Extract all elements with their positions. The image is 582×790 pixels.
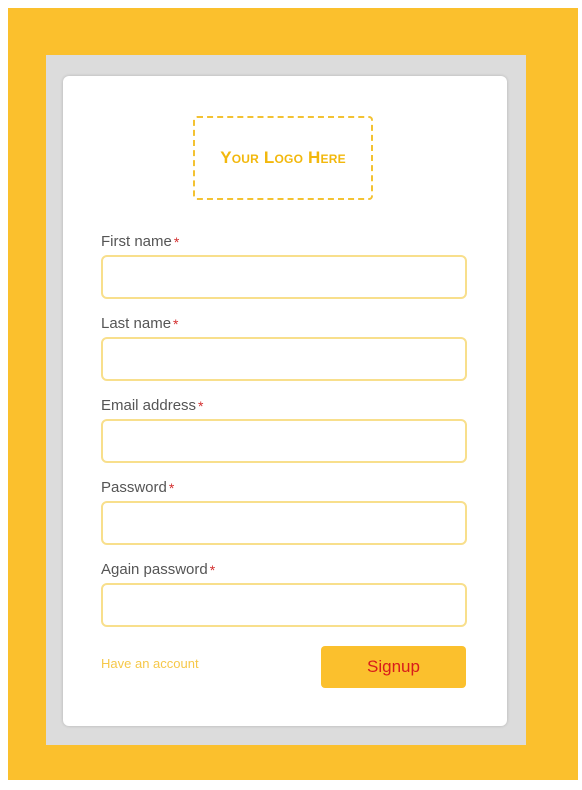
- required-marker: *: [173, 234, 180, 250]
- signup-button[interactable]: Signup: [321, 646, 466, 688]
- password-label: Password *: [101, 479, 175, 496]
- first-name-input[interactable]: [101, 255, 467, 299]
- email-field: Email address *: [101, 395, 467, 463]
- required-marker: *: [209, 562, 216, 578]
- password-input[interactable]: [101, 501, 467, 545]
- again-password-input[interactable]: [101, 583, 467, 627]
- email-input[interactable]: [101, 419, 467, 463]
- logo-placeholder: Your Logo Here: [193, 116, 373, 200]
- email-label: Email address *: [101, 397, 204, 414]
- first-name-label: First name *: [101, 233, 180, 250]
- required-marker: *: [198, 398, 204, 414]
- have-account-link[interactable]: Have an account: [101, 656, 199, 671]
- last-name-label: Last name *: [101, 315, 179, 332]
- last-name-field: Last name *: [101, 313, 467, 381]
- last-name-input[interactable]: [101, 337, 467, 381]
- first-name-field: First name *: [101, 231, 467, 299]
- logo-text: Your Logo Here: [220, 148, 346, 167]
- again-password-label: Again password *: [101, 561, 216, 578]
- again-password-field: Again password *: [101, 559, 467, 627]
- required-marker: *: [168, 480, 175, 496]
- password-field: Password *: [101, 477, 467, 545]
- required-marker: *: [173, 316, 179, 332]
- signup-card: Your Logo Here First name * Last name * Em…: [63, 76, 507, 726]
